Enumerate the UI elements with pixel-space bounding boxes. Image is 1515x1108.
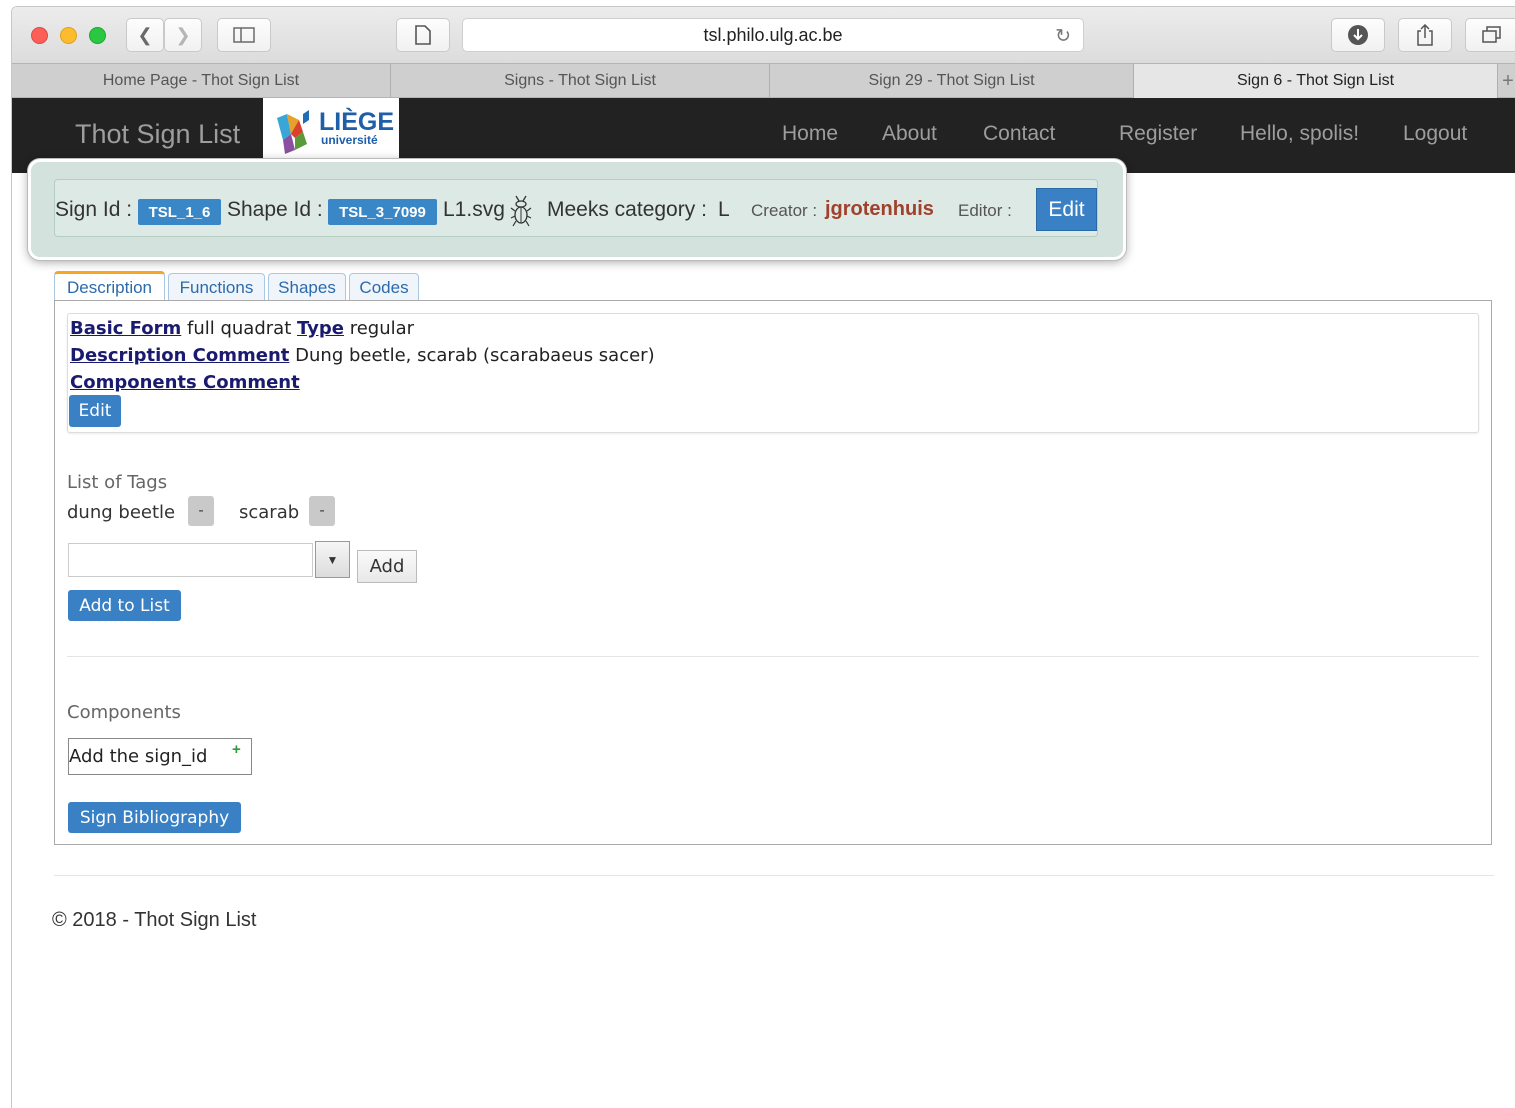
tab-functions[interactable]: Functions xyxy=(168,273,265,301)
browser-tab-label: Sign 6 - Thot Sign List xyxy=(1236,72,1395,89)
plus-icon: + xyxy=(1502,69,1514,92)
liege-logo-mark: LIÈGE université xyxy=(277,107,394,154)
sign-id-badge: TSL_1_6 xyxy=(138,199,221,225)
tag-item: scarab xyxy=(239,502,300,523)
zoom-window-button[interactable] xyxy=(89,27,106,44)
browser-tab[interactable]: Home Page - Thot Sign List xyxy=(12,64,391,98)
tag-combo-input[interactable] xyxy=(68,543,313,577)
description-comment-link[interactable]: Description Comment xyxy=(70,345,289,366)
browser-window: ❮ ❯ tsl.philo.ulg.ac.be ↻ Home Page - Th… xyxy=(11,6,1515,1108)
tag-item: dung beetle xyxy=(67,502,176,523)
forward-button[interactable]: ❯ xyxy=(164,18,202,52)
add-component-plus-icon[interactable]: + xyxy=(232,741,241,758)
browser-tab[interactable]: Sign 29 - Thot Sign List xyxy=(770,64,1134,98)
nav-home-link[interactable]: Home xyxy=(782,122,838,146)
footer-divider xyxy=(54,875,1494,876)
download-icon xyxy=(1348,25,1368,45)
back-button[interactable]: ❮ xyxy=(126,18,164,52)
chevron-left-icon: ❮ xyxy=(137,24,153,45)
reader-button[interactable] xyxy=(396,18,450,52)
tab-shapes[interactable]: Shapes xyxy=(268,273,346,301)
minimize-window-button[interactable] xyxy=(60,27,77,44)
description-comment-value: Dung beetle, scarab (scarabaeus sacer) xyxy=(295,345,655,366)
reload-icon[interactable]: ↻ xyxy=(1055,25,1071,48)
remove-tag-button[interactable]: - xyxy=(188,496,214,526)
new-tab-button[interactable]: + xyxy=(1498,64,1515,98)
close-window-button[interactable] xyxy=(31,27,48,44)
meeks-category-value: L xyxy=(718,198,730,221)
site-brand[interactable]: Thot Sign List xyxy=(75,119,240,150)
description-comment-row: Description Comment Dung beetle, scarab … xyxy=(70,345,655,366)
sidebar-toggle-button[interactable] xyxy=(217,18,271,52)
components-comment-row: Components Comment xyxy=(70,372,300,393)
nav-contact-link[interactable]: Contact xyxy=(983,122,1055,146)
address-bar[interactable]: tsl.philo.ulg.ac.be ↻ xyxy=(462,18,1084,52)
browser-tab-label: Signs - Thot Sign List xyxy=(504,72,656,89)
logo-subtitle: université xyxy=(321,133,378,147)
chevron-right-icon: ❯ xyxy=(175,24,191,45)
component-sign-id-input[interactable]: Add the sign_id xyxy=(68,738,252,775)
downloads-button[interactable] xyxy=(1331,18,1385,52)
shape-id-badge: TSL_3_7099 xyxy=(328,199,437,225)
share-button[interactable] xyxy=(1398,18,1452,52)
tags-heading: List of Tags xyxy=(67,472,168,493)
shape-id-label: Shape Id : xyxy=(227,198,323,221)
basic-form-row: Basic Form full quadrat Type regular xyxy=(70,318,414,339)
type-link[interactable]: Type xyxy=(297,318,344,339)
triangle-down-icon: ▼ xyxy=(326,552,339,567)
tab-codes[interactable]: Codes xyxy=(349,273,419,301)
section-divider xyxy=(67,656,1479,657)
sidebar-icon xyxy=(233,27,255,43)
shape-file-name: L1.svg xyxy=(443,198,505,221)
nav-register-link[interactable]: Register xyxy=(1119,122,1197,146)
tabs-overview-button[interactable] xyxy=(1465,18,1515,52)
share-icon xyxy=(1417,24,1433,46)
sign-info-bar: Sign Id : TSL_1_6 Shape Id : TSL_3_7099 … xyxy=(54,179,1098,237)
scarab-glyph-icon xyxy=(510,195,532,227)
sign-id-label: Sign Id : xyxy=(55,198,133,221)
meeks-category-label: Meeks category : xyxy=(547,198,707,221)
add-to-list-button[interactable]: Add to List xyxy=(68,590,181,621)
logo-title: LIÈGE xyxy=(319,107,394,136)
edit-description-button[interactable]: Edit xyxy=(69,395,121,427)
nav-user-greeting-link[interactable]: Hello, spolis! xyxy=(1240,122,1359,146)
edit-sign-button[interactable]: Edit xyxy=(1036,188,1097,231)
liege-logo[interactable]: LIÈGE université xyxy=(263,98,399,159)
add-tag-button[interactable]: Add xyxy=(357,550,417,583)
tab-description[interactable]: Description xyxy=(54,271,165,301)
page-icon xyxy=(415,25,431,45)
tag-combo-dropdown[interactable]: ▼ xyxy=(315,541,350,578)
browser-tab[interactable]: Signs - Thot Sign List xyxy=(391,64,770,98)
footer-copyright: © 2018 - Thot Sign List xyxy=(52,909,257,931)
tabs-icon xyxy=(1482,26,1501,43)
browser-toolbar: ❮ ❯ tsl.philo.ulg.ac.be ↻ xyxy=(12,7,1515,63)
browser-tab-label: Home Page - Thot Sign List xyxy=(102,72,300,89)
nav-about-link[interactable]: About xyxy=(882,122,937,146)
editor-label: Editor : xyxy=(958,201,1012,220)
type-value: regular xyxy=(349,318,415,339)
url-text: tsl.philo.ulg.ac.be xyxy=(703,24,843,45)
browser-tab-label: Sign 29 - Thot Sign List xyxy=(868,72,1035,89)
description-box: Basic Form full quadrat Type regular Des… xyxy=(67,313,1479,433)
basic-form-link[interactable]: Basic Form xyxy=(70,318,181,339)
browser-tab-active[interactable]: Sign 6 - Thot Sign List xyxy=(1134,64,1498,98)
components-comment-link[interactable]: Components Comment xyxy=(70,372,300,393)
description-panel: Basic Form full quadrat Type regular Des… xyxy=(54,300,1492,845)
nav-logout-link[interactable]: Logout xyxy=(1403,122,1467,146)
browser-tab-bar: Home Page - Thot Sign List Signs - Thot … xyxy=(12,63,1515,98)
creator-label: Creator : xyxy=(751,201,818,220)
components-heading: Components xyxy=(67,702,181,723)
basic-form-value: full quadrat xyxy=(187,318,292,339)
creator-name: jgrotenhuis xyxy=(825,198,934,220)
sign-bibliography-button[interactable]: Sign Bibliography xyxy=(68,802,241,833)
remove-tag-button[interactable]: - xyxy=(309,496,335,526)
